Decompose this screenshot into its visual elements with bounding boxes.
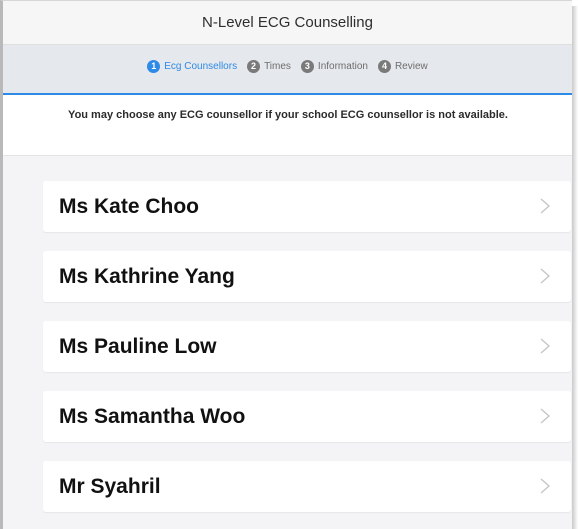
page-title: N-Level ECG Counselling	[202, 14, 373, 31]
notice-text: You may choose any ECG counsellor if you…	[68, 109, 508, 121]
counsellor-name: Mr Syahril	[59, 475, 161, 498]
step-number-icon: 2	[247, 60, 261, 73]
step-ecg-counsellors[interactable]: 1 Ecg Counsellors	[147, 60, 237, 73]
step-list: 1 Ecg Counsellors 2 Times 3 Information …	[3, 60, 572, 73]
counsellor-item[interactable]: Ms Samantha Woo	[43, 391, 571, 442]
step-label: Review	[394, 61, 428, 72]
step-label: Ecg Counsellors	[164, 61, 238, 72]
step-label: Information	[317, 61, 368, 72]
counsellor-name: Ms Kathrine Yang	[59, 265, 235, 288]
counsellor-item[interactable]: Mr Syahril	[43, 461, 571, 512]
step-times[interactable]: 2 Times	[247, 60, 291, 73]
step-progress-bar: 1 Ecg Counsellors 2 Times 3 Information …	[3, 45, 572, 95]
notice-panel: You may choose any ECG counsellor if you…	[3, 95, 572, 156]
counsellor-name: Ms Pauline Low	[59, 335, 217, 358]
chevron-right-icon	[540, 268, 550, 284]
counsellor-item[interactable]: Ms Pauline Low	[43, 321, 571, 372]
step-review[interactable]: 4 Review	[377, 60, 428, 73]
step-information[interactable]: 3 Information	[300, 60, 368, 73]
counsellor-list: Ms Kate Choo Ms Kathrine Yang Ms Pauline…	[43, 181, 571, 529]
chevron-right-icon	[540, 338, 550, 354]
step-number-icon: 4	[377, 60, 391, 73]
app-window: N-Level ECG Counselling 1 Ecg Counsellor…	[0, 0, 572, 529]
counsellor-name: Ms Kate Choo	[59, 195, 200, 218]
chevron-right-icon	[540, 408, 550, 424]
step-number-icon: 3	[300, 60, 314, 73]
counsellor-item[interactable]: Ms Kate Choo	[43, 181, 571, 232]
chevron-right-icon	[540, 198, 550, 214]
header-bar: N-Level ECG Counselling	[3, 1, 572, 45]
step-label: Times	[264, 61, 291, 72]
counsellor-name: Ms Samantha Woo	[59, 405, 246, 428]
step-number-icon: 1	[147, 60, 161, 73]
chevron-right-icon	[540, 478, 550, 494]
counsellor-item[interactable]: Ms Kathrine Yang	[43, 251, 571, 302]
window-shadow	[572, 6, 578, 529]
